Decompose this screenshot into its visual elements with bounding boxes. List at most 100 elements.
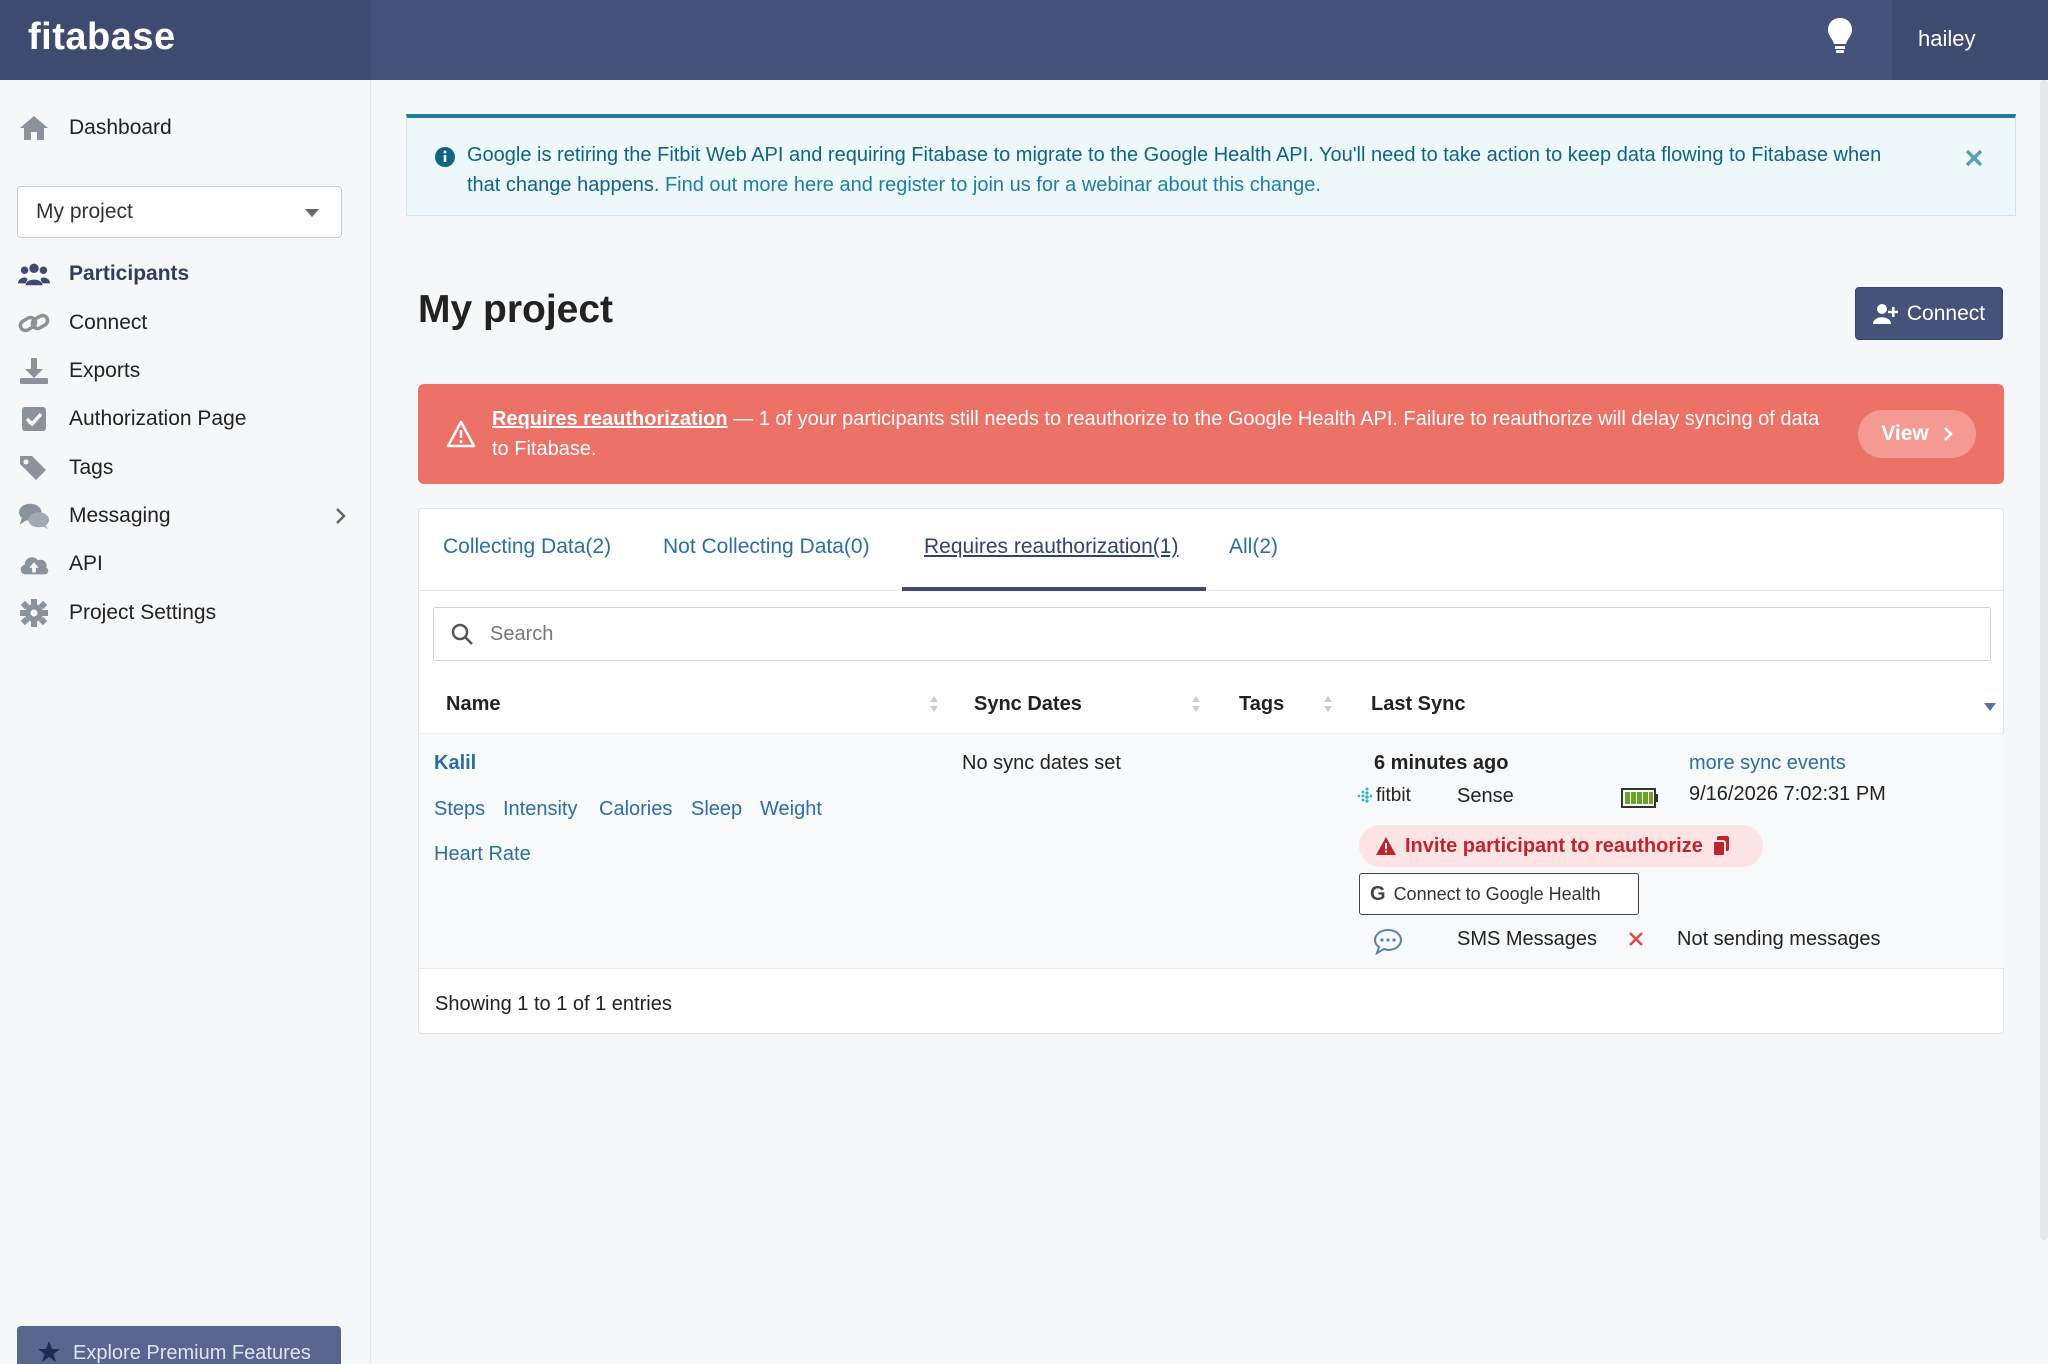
active-tab-indicator bbox=[902, 587, 1206, 591]
sidebar-item-label: Authorization Page bbox=[69, 407, 247, 430]
sort-desc-icon[interactable] bbox=[1984, 703, 1996, 711]
info-alert: Google is retiring the Fitbit Web API an… bbox=[406, 114, 2016, 216]
search-box bbox=[433, 607, 1991, 661]
caret-down-icon bbox=[305, 209, 319, 217]
metric-link-intensity[interactable]: Intensity bbox=[503, 798, 577, 821]
chevron-right-icon bbox=[1943, 427, 1953, 441]
device-brand: fitbit bbox=[1376, 785, 1411, 806]
gear-icon bbox=[20, 599, 48, 627]
connect-button-label: Connect bbox=[1906, 301, 1986, 325]
warning-icon bbox=[1376, 837, 1396, 855]
connect-google-health-button[interactable]: G Connect to Google Health bbox=[1359, 873, 1639, 915]
tab-not-collecting-data[interactable]: Not Collecting Data(0) bbox=[663, 535, 870, 559]
metric-link-sleep[interactable]: Sleep bbox=[691, 798, 742, 821]
metric-link-calories[interactable]: Calories bbox=[599, 798, 672, 821]
sidebar-item-authorization-page[interactable]: Authorization Page bbox=[0, 397, 371, 441]
metric-link-weight[interactable]: Weight bbox=[760, 798, 822, 821]
star-icon bbox=[38, 1341, 60, 1362]
sidebar-item-participants[interactable]: Participants bbox=[0, 252, 371, 296]
sidebar-item-exports[interactable]: Exports bbox=[0, 349, 371, 393]
home-icon bbox=[20, 116, 48, 140]
sidebar-item-messaging[interactable]: Messaging bbox=[0, 494, 371, 538]
premium-label: Explore Premium Features bbox=[73, 1342, 311, 1364]
google-g-icon: G bbox=[1370, 882, 1386, 905]
sidebar-item-project-settings[interactable]: Project Settings bbox=[0, 591, 371, 635]
sidebar-item-label: Tags bbox=[69, 456, 114, 479]
sidebar-item-label: Connect bbox=[69, 311, 148, 334]
sidebar-item-label: Exports bbox=[69, 359, 141, 382]
user-plus-icon bbox=[1872, 303, 1898, 324]
link-icon bbox=[18, 313, 50, 333]
tab-requires-reauthorization[interactable]: Requires reauthorization(1) bbox=[924, 535, 1178, 559]
column-header-sync-dates[interactable]: Sync Dates bbox=[974, 693, 1082, 716]
sidebar-item-api[interactable]: API bbox=[0, 542, 371, 586]
sort-icon[interactable] bbox=[1191, 693, 1201, 715]
sidebar-item-label: API bbox=[69, 552, 103, 575]
comment-dots-icon bbox=[1373, 928, 1403, 955]
connect-button[interactable]: Connect bbox=[1855, 287, 2003, 340]
sms-status: Not sending messages bbox=[1677, 928, 1881, 950]
user-menu[interactable]: hailey bbox=[1892, 0, 2048, 80]
reauthorization-alert: Requires reauthorization — 1 of your par… bbox=[418, 384, 2004, 484]
sidebar-item-label: Dashboard bbox=[69, 116, 172, 139]
page-title: My project bbox=[418, 288, 614, 331]
sms-messages-label: SMS Messages bbox=[1457, 928, 1598, 950]
column-header-last-sync[interactable]: Last Sync bbox=[1371, 693, 1465, 716]
sync-dates-value: No sync dates set bbox=[962, 752, 1121, 774]
info-alert-text: Google is retiring the Fitbit Web API an… bbox=[437, 140, 1915, 200]
project-select-value: My project bbox=[36, 200, 133, 223]
tab-bar: Collecting Data(2) Not Collecting Data(0… bbox=[419, 509, 2005, 591]
more-sync-events-link[interactable]: more sync events bbox=[1689, 752, 1846, 775]
view-button-label: View bbox=[1881, 422, 1929, 445]
tab-collecting-data[interactable]: Collecting Data(2) bbox=[443, 535, 611, 559]
metric-link-heart-rate[interactable]: Heart Rate bbox=[434, 843, 531, 866]
device-name: Sense bbox=[1457, 785, 1514, 807]
fitbit-dots-icon bbox=[1357, 787, 1372, 803]
view-button[interactable]: View bbox=[1858, 410, 1976, 458]
connect-google-health-label: Connect to Google Health bbox=[1393, 883, 1601, 904]
metric-link-steps[interactable]: Steps bbox=[434, 798, 485, 821]
page-scrollbar[interactable] bbox=[2040, 80, 2048, 1240]
column-header-name[interactable]: Name bbox=[446, 693, 500, 716]
tab-all[interactable]: All(2) bbox=[1229, 535, 1278, 559]
download-icon bbox=[20, 358, 48, 384]
top-bar: fitabase hailey bbox=[0, 0, 2048, 80]
sidebar-item-dashboard[interactable]: Dashboard bbox=[0, 106, 371, 150]
fitbit-logo: fitbit bbox=[1356, 785, 1411, 807]
sidebar-item-label: Messaging bbox=[69, 504, 171, 527]
invite-reauthorize-label: Invite participant to reauthorize bbox=[1405, 834, 1703, 857]
sidebar-item-tags[interactable]: Tags bbox=[0, 446, 371, 490]
invite-reauthorize-button[interactable]: Invite participant to reauthorize bbox=[1359, 825, 1763, 867]
requires-reauthorization-link[interactable]: Requires reauthorization bbox=[492, 408, 728, 430]
info-circle-icon bbox=[435, 147, 455, 167]
comments-icon bbox=[18, 503, 50, 530]
copy-icon bbox=[1711, 836, 1729, 857]
search-icon bbox=[451, 623, 473, 645]
battery-full-icon bbox=[1621, 788, 1658, 808]
sort-icon[interactable] bbox=[1323, 693, 1333, 715]
participant-name-link[interactable]: Kalil bbox=[434, 752, 476, 775]
search-input[interactable] bbox=[490, 618, 1970, 650]
explore-premium-button[interactable]: Explore Premium Features bbox=[17, 1326, 341, 1364]
tags-icon bbox=[20, 456, 46, 480]
sidebar-item-label: Project Settings bbox=[69, 601, 217, 624]
project-select[interactable]: My project bbox=[17, 186, 342, 238]
cloud-upload-icon bbox=[20, 557, 49, 575]
close-icon[interactable] bbox=[1962, 146, 1986, 170]
brand-logo[interactable]: fitabase bbox=[0, 0, 371, 80]
users-icon bbox=[18, 263, 50, 286]
sidebar-item-label: Participants bbox=[69, 262, 190, 285]
chevron-right-icon bbox=[336, 508, 346, 524]
lightbulb-icon[interactable] bbox=[1826, 16, 1854, 56]
table-entries-info: Showing 1 to 1 of 1 entries bbox=[435, 993, 672, 1015]
sort-icon[interactable] bbox=[929, 693, 939, 715]
sidebar-item-connect[interactable]: Connect bbox=[0, 301, 371, 345]
sidebar: Dashboard My project Participants Connec… bbox=[0, 80, 371, 1364]
warning-icon bbox=[446, 420, 476, 448]
last-sync-value: 6 minutes ago bbox=[1374, 752, 1509, 774]
last-sync-timestamp: 9/16/2026 7:02:31 PM bbox=[1689, 783, 1886, 805]
column-header-tags[interactable]: Tags bbox=[1239, 693, 1284, 716]
x-mark-icon bbox=[1629, 932, 1643, 946]
webinar-link[interactable]: Find out more here and register to join … bbox=[665, 174, 1321, 196]
participants-card: Collecting Data(2) Not Collecting Data(0… bbox=[418, 508, 2005, 1034]
